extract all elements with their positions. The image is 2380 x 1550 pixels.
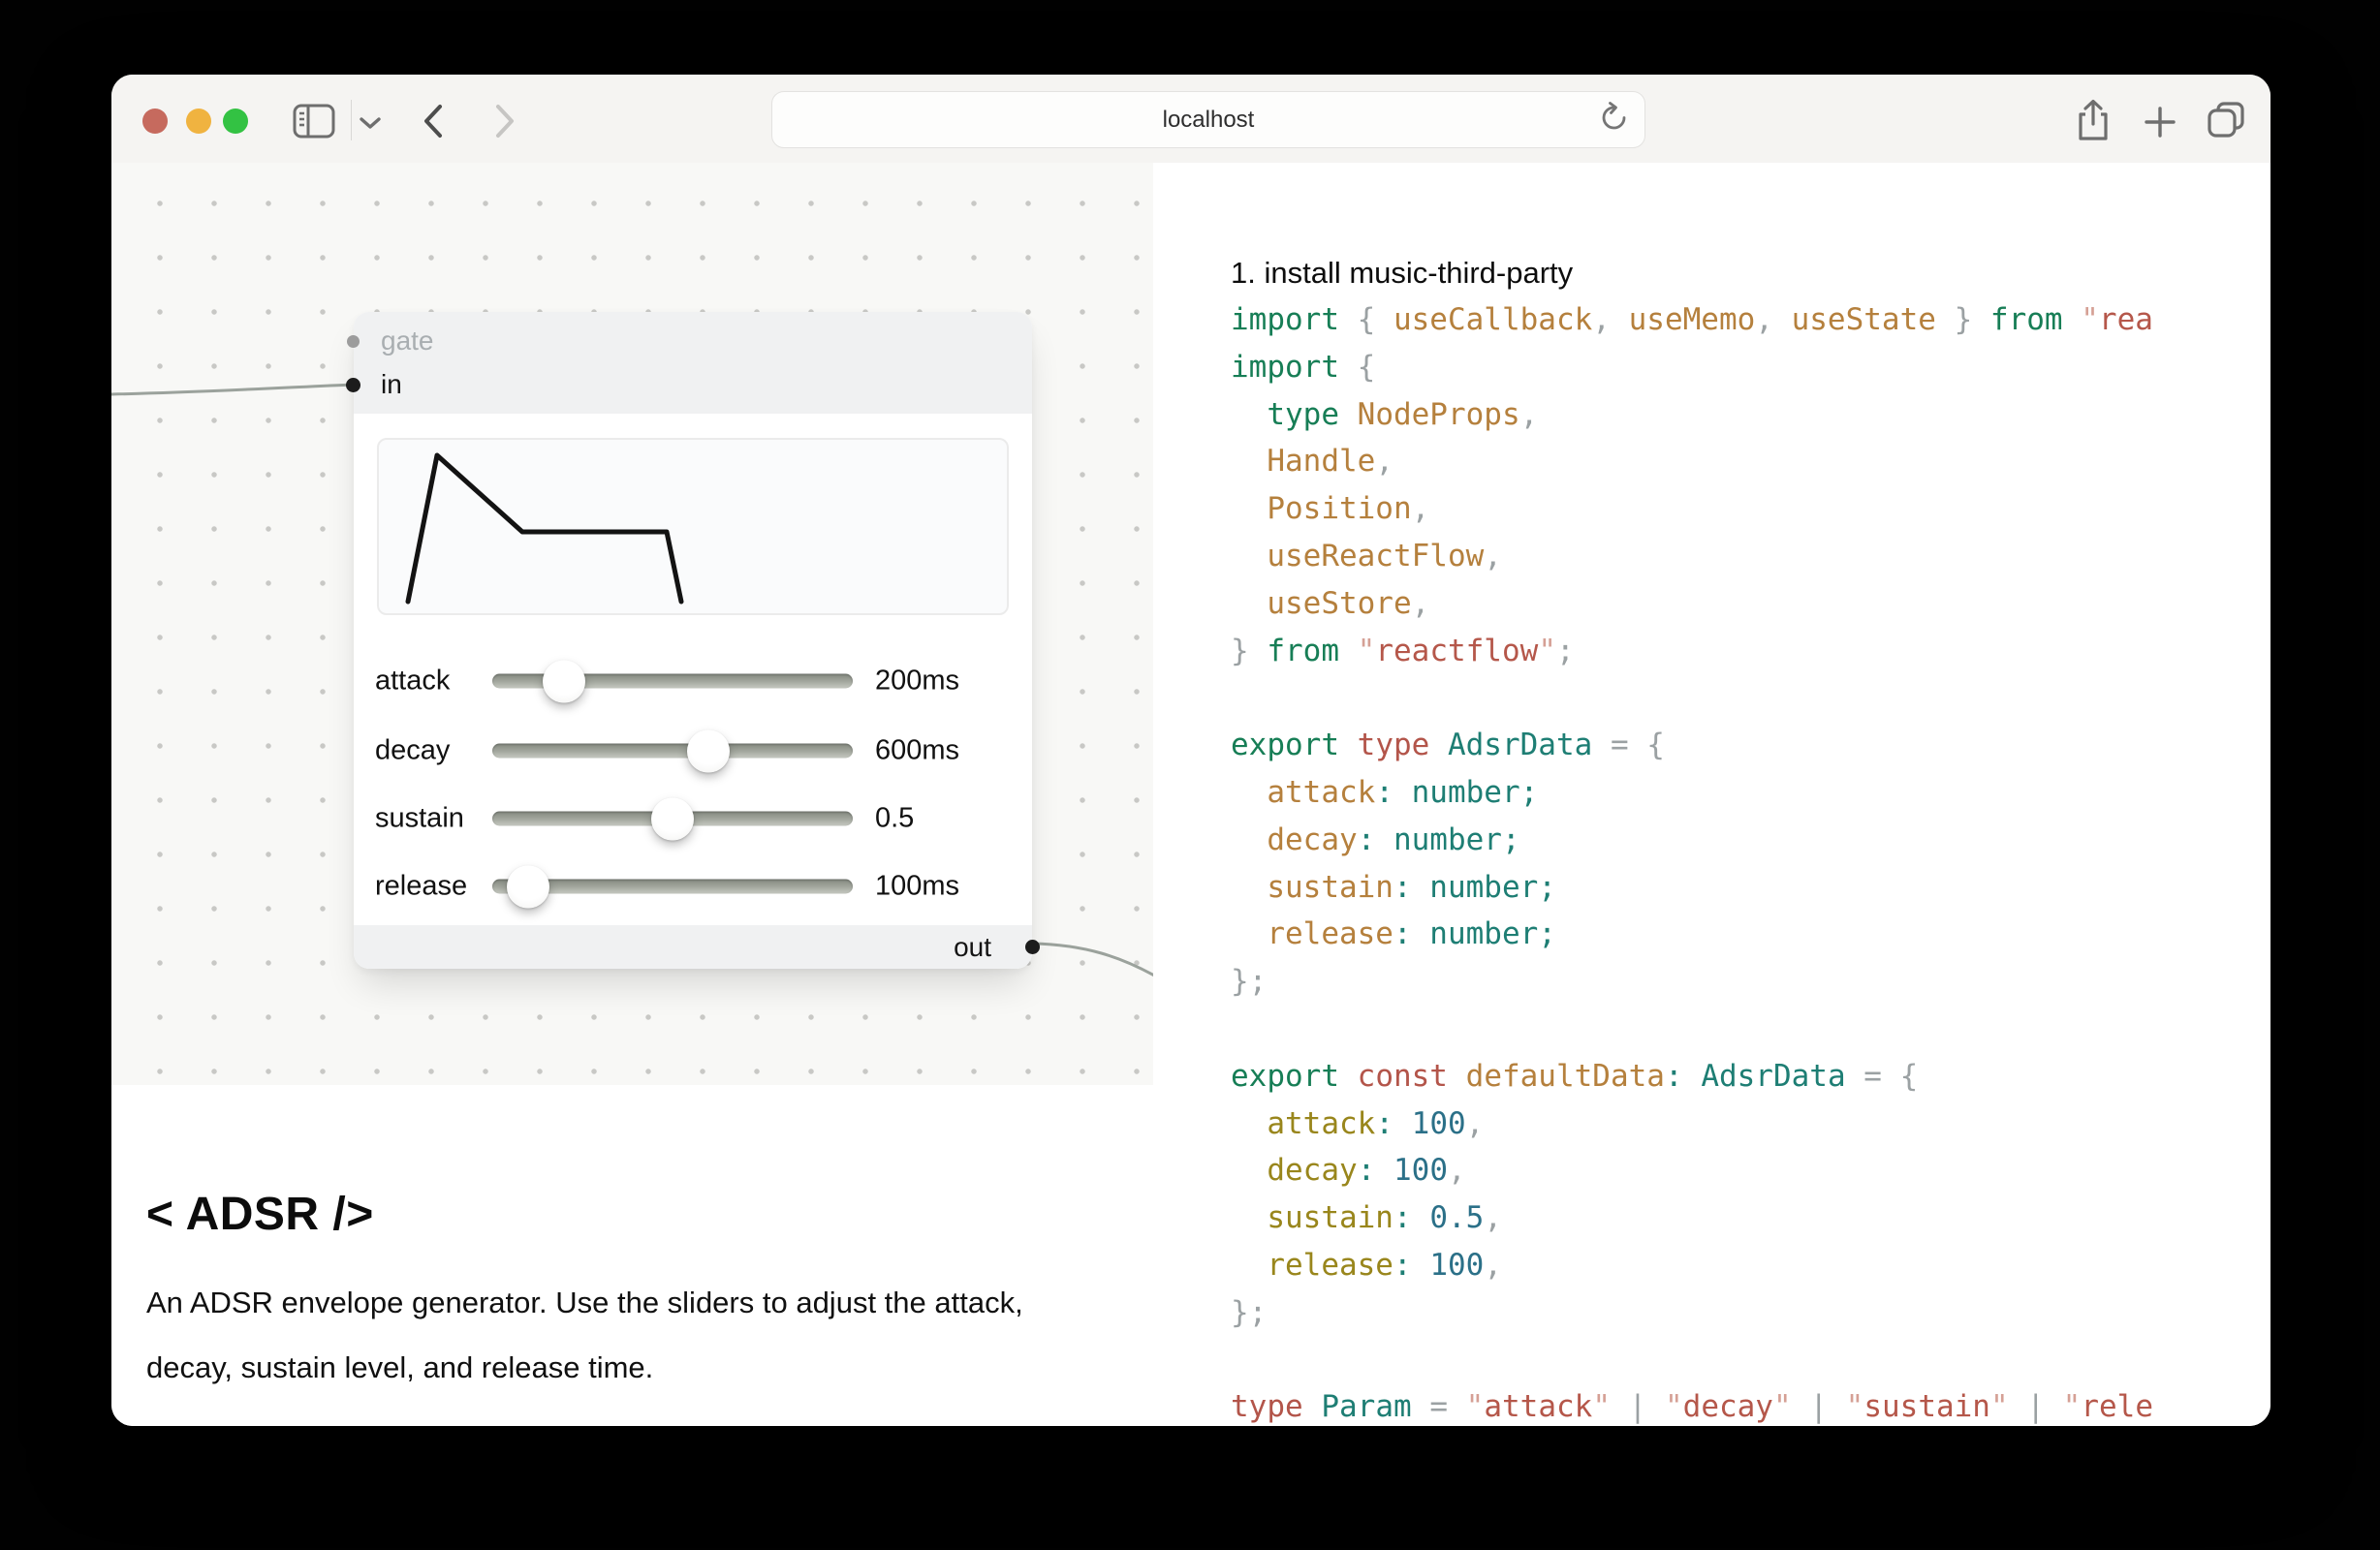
- code-panel[interactable]: 1. install music-third-party import { us…: [1153, 163, 2270, 1426]
- slider-thumb-attack[interactable]: [543, 660, 585, 702]
- slider-row-sustain: sustain 0.5: [354, 796, 1032, 841]
- slider-row-release: release 100ms: [354, 864, 1032, 909]
- new-tab-icon[interactable]: [2143, 105, 2177, 140]
- forward-button[interactable]: [491, 102, 518, 140]
- slider-row-attack: attack 200ms: [354, 659, 1032, 703]
- port-label-out: out: [954, 932, 991, 963]
- code-line: export const defaultData: AdsrData = {: [1231, 1053, 2270, 1100]
- page-description: An ADSR envelope generator. Use the slid…: [146, 1270, 1067, 1400]
- toolbar-divider: [351, 100, 352, 140]
- browser-window: localhost: [111, 75, 2270, 1426]
- doc-section: < ADSR /> An ADSR envelope generator. Us…: [111, 1085, 1153, 1426]
- slider-thumb-release[interactable]: [507, 865, 549, 908]
- node-footer: out: [354, 925, 1032, 969]
- code-line: sustain: number;: [1231, 864, 2270, 912]
- port-label-in: in: [381, 369, 402, 400]
- slider-value: 100ms: [875, 871, 959, 903]
- code-line: decay: 100,: [1231, 1147, 2270, 1194]
- address-bar[interactable]: localhost: [771, 91, 1645, 148]
- code-line: };: [1231, 1289, 2270, 1337]
- code-line: sustain: 0.5,: [1231, 1194, 2270, 1242]
- slider-track-attack[interactable]: [492, 674, 853, 689]
- sidebar-icon[interactable]: [292, 102, 336, 140]
- code-line: import { useCallback, useMemo, useState …: [1231, 296, 2270, 344]
- slider-value: 200ms: [875, 666, 959, 698]
- reload-icon[interactable]: [1598, 99, 1631, 140]
- code-line: attack: number;: [1231, 769, 2270, 817]
- chevron-down-icon[interactable]: [358, 115, 383, 131]
- code-line: [1231, 674, 2270, 722]
- envelope-graph: [377, 438, 1009, 615]
- page-title: < ADSR />: [146, 1188, 1153, 1241]
- slider-label: attack: [375, 666, 450, 698]
- slider-thumb-decay[interactable]: [687, 729, 730, 772]
- code-line: type NodeProps,: [1231, 391, 2270, 439]
- slider-label: sustain: [375, 803, 464, 835]
- code-line: attack: 100,: [1231, 1100, 2270, 1148]
- code-line: };: [1231, 958, 2270, 1006]
- close-button[interactable]: [142, 108, 168, 134]
- share-icon[interactable]: [2073, 98, 2114, 144]
- code-line: release: number;: [1231, 911, 2270, 958]
- slider-row-decay: decay 600ms: [354, 728, 1032, 773]
- slider-thumb-sustain[interactable]: [651, 797, 694, 840]
- code-line: release: 100,: [1231, 1242, 2270, 1289]
- minimize-button[interactable]: [186, 108, 211, 134]
- code-line: import {: [1231, 344, 2270, 391]
- code-line: export type AdsrData = {: [1231, 722, 2270, 769]
- slider-track-decay[interactable]: [492, 744, 853, 759]
- handle-gate[interactable]: [347, 335, 360, 348]
- code-block: import { useCallback, useMemo, useState …: [1231, 296, 2270, 1426]
- code-line: [1231, 1337, 2270, 1384]
- zoom-button[interactable]: [223, 108, 248, 134]
- port-label-gate: gate: [381, 326, 434, 356]
- envelope-curve: [379, 440, 1007, 613]
- handle-in[interactable]: [346, 378, 360, 392]
- code-line: [1231, 1006, 2270, 1053]
- code-line: Handle,: [1231, 438, 2270, 485]
- handle-out[interactable]: [1025, 940, 1040, 954]
- code-line: decay: number;: [1231, 817, 2270, 864]
- code-line: useStore,: [1231, 580, 2270, 628]
- url-text: localhost: [1163, 107, 1255, 134]
- install-step: 1. install music-third-party: [1231, 249, 2270, 296]
- adsr-node[interactable]: gate in attack 200ms decay 600ms sustain 0.5 r…: [354, 312, 1032, 969]
- code-line: type Param = "attack" | "decay" | "susta…: [1231, 1383, 2270, 1426]
- tab-overview-icon[interactable]: [2205, 100, 2247, 142]
- slider-value: 600ms: [875, 735, 959, 767]
- browser-toolbar: localhost: [111, 75, 2270, 164]
- slider-value: 0.5: [875, 803, 914, 835]
- slider-track-release[interactable]: [492, 880, 853, 894]
- slider-track-sustain[interactable]: [492, 812, 853, 826]
- code-line: } from "reactflow";: [1231, 628, 2270, 675]
- code-line: Position,: [1231, 485, 2270, 533]
- code-line: useReactFlow,: [1231, 533, 2270, 580]
- slider-label: decay: [375, 735, 450, 767]
- back-button[interactable]: [420, 102, 447, 140]
- slider-label: release: [375, 871, 467, 903]
- node-header: gate in: [354, 312, 1032, 414]
